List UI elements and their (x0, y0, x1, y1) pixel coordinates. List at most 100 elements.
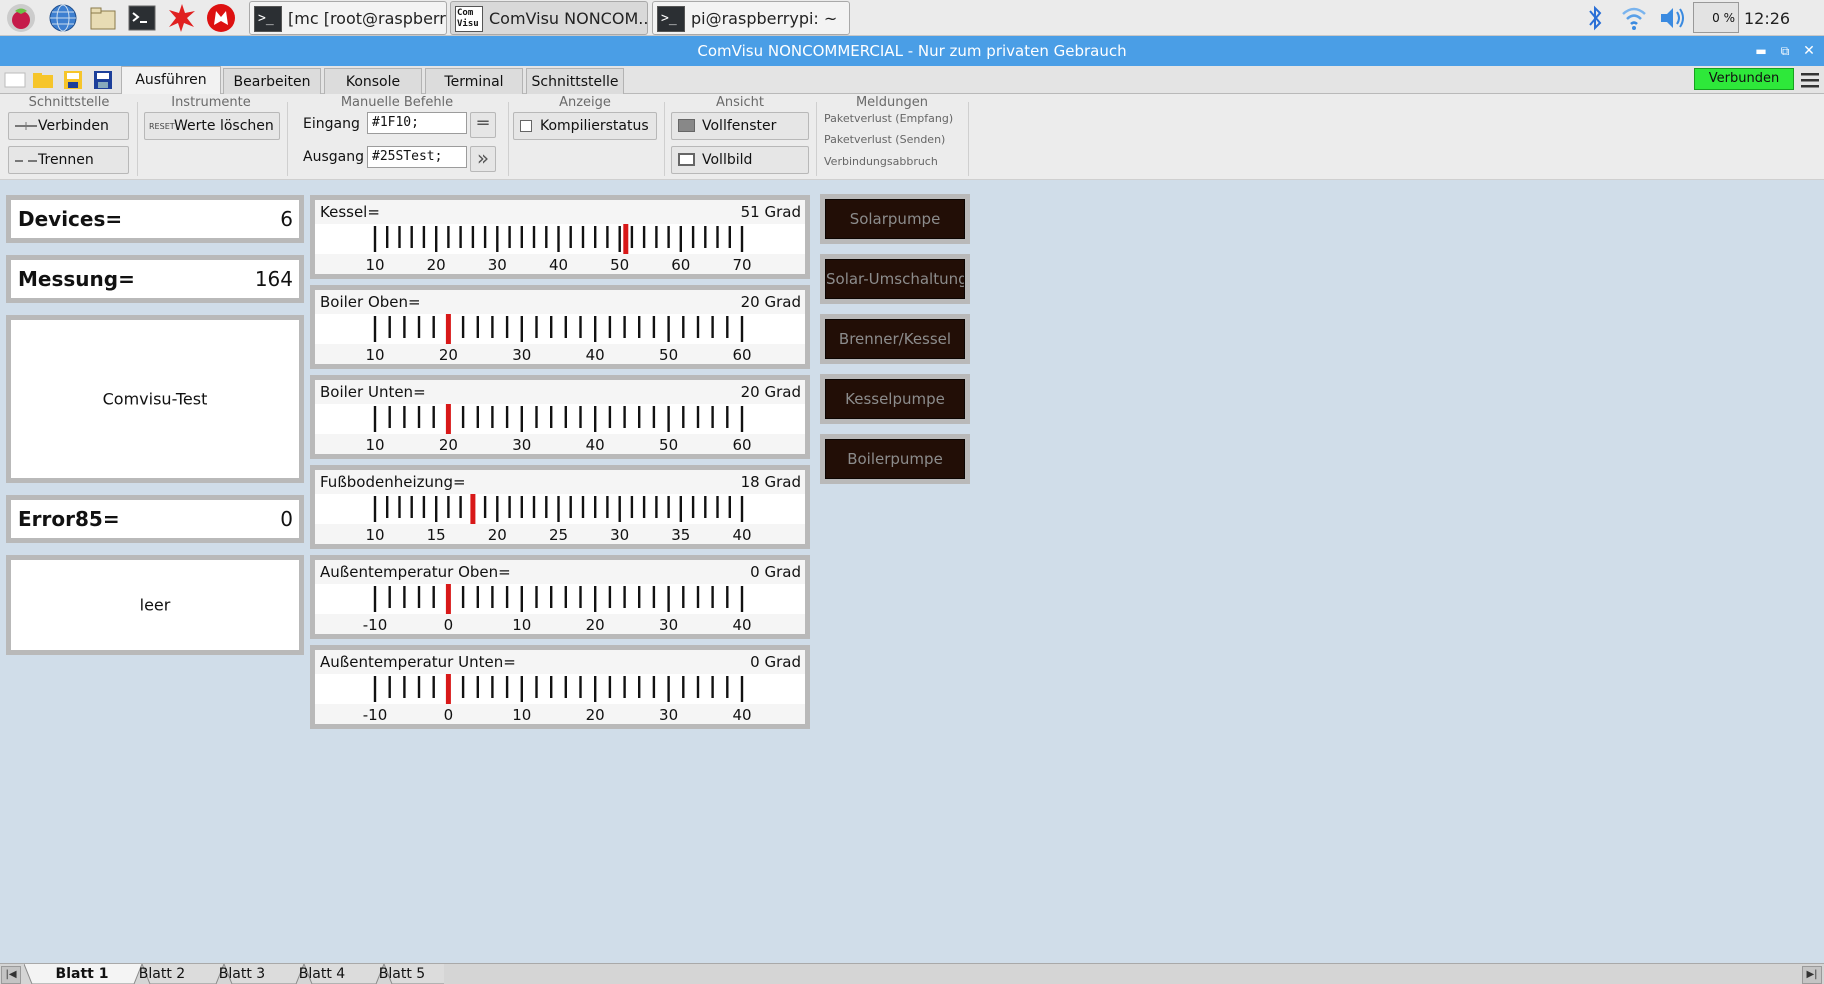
devices-display: Devices= 6 (6, 195, 304, 243)
gauge-minor-tick (638, 586, 641, 608)
gauge-major-tick (679, 496, 682, 522)
clock[interactable]: 12:26 (1744, 9, 1790, 28)
bluetooth-icon[interactable] (1583, 0, 1607, 36)
gauge-minor-tick (696, 586, 700, 608)
gauge-major-tick (667, 406, 670, 432)
gauge-minor-tick (505, 586, 509, 608)
solarpumpe-button[interactable]: Solarpumpe (820, 194, 970, 244)
last-sheet-icon[interactable]: ▶| (1802, 966, 1822, 984)
taskbar-app-mc[interactable]: >_ [mc [root@raspberry... (249, 1, 447, 35)
gauge-minor-tick (491, 316, 494, 338)
brenner-kessel-button[interactable]: Brenner/Kessel (820, 314, 970, 364)
disconnect-button[interactable]: Trennen (8, 146, 129, 174)
connect-button[interactable]: Verbinden (8, 112, 129, 140)
gauge-minor-tick (594, 226, 597, 248)
gauge-minor-tick (388, 406, 391, 428)
maximize-icon[interactable]: ⧉ (1774, 36, 1796, 66)
tab-ausfuehren[interactable]: Ausführen (121, 66, 221, 95)
wifi-icon[interactable] (1620, 0, 1648, 36)
gauge-major-tick (373, 406, 377, 432)
gauge-minor-tick (581, 496, 585, 518)
tab-schnittstelle[interactable]: Schnittstelle (526, 68, 624, 94)
messung-value: 164 (254, 267, 293, 291)
input-label: Eingang (303, 116, 360, 132)
gauge-minor-tick (476, 316, 479, 338)
math-kernel-icon[interactable] (167, 3, 197, 33)
fullscreen-button[interactable]: Vollbild (671, 146, 809, 174)
save-icon[interactable] (62, 70, 84, 90)
gauge-scale: 10 20 30 40 50 60 (365, 404, 752, 454)
boilerpumpe-button[interactable]: Boilerpumpe (820, 434, 970, 484)
gauge-tick-label: 20 (439, 346, 458, 364)
gauge-minor-tick (608, 406, 612, 428)
gauge-boiler-oben: Boiler Oben= 20 Grad 10 20 30 40 50 60 (310, 285, 810, 369)
ribbon-separator (287, 102, 288, 176)
message-packet-loss-receive: Paketverlust (Empfang) (824, 112, 954, 125)
gauge-minor-tick (535, 586, 538, 608)
command-output-field[interactable]: #25STest; (367, 146, 467, 168)
send-chevron-icon[interactable]: » (470, 146, 496, 172)
gauge-major-tick (373, 226, 377, 252)
first-sheet-icon[interactable]: |◀ (1, 966, 21, 984)
gauge-major-tick (520, 676, 523, 702)
gauge-major-tick (740, 676, 744, 702)
sheet-tab-blatt-4[interactable]: Blatt 4 (292, 964, 352, 984)
messung-display: Messung= 164 (6, 255, 304, 303)
gauge-minor-tick (564, 676, 567, 698)
open-folder-icon[interactable] (32, 70, 54, 90)
gauge-minor-tick (667, 496, 670, 518)
web-browser-icon[interactable] (48, 3, 78, 33)
sheet-tab-blatt-1[interactable]: Blatt 1 (36, 964, 128, 984)
gauge-minor-tick (579, 676, 582, 698)
sheet-tab-blatt-2[interactable]: Blatt 2 (132, 964, 192, 984)
menu-icon[interactable] (1800, 70, 1820, 90)
raspberry-menu-icon[interactable] (6, 3, 36, 33)
gauge-minor-tick (550, 676, 553, 698)
command-input-field[interactable]: #1F10; (367, 112, 467, 134)
solar-umschaltung-button[interactable]: Solar-Umschaltung (820, 254, 970, 304)
gauge-major-tick (373, 586, 377, 612)
sheet-tab-blatt-3[interactable]: Blatt 3 (212, 964, 272, 984)
message-connection-lost: Verbindungsabbruch (824, 155, 938, 168)
gauge-minor-tick (623, 676, 626, 698)
tab-bearbeiten[interactable]: Bearbeiten (223, 68, 321, 94)
gauge-tick-label: 10 (365, 436, 384, 454)
gauge-tick-label: 40 (549, 256, 568, 274)
tab-terminal[interactable]: Terminal (425, 68, 523, 94)
tab-konsole[interactable]: Konsole (324, 68, 422, 94)
kesselpumpe-button[interactable]: Kesselpumpe (820, 374, 970, 424)
gauge-minor-tick (505, 676, 509, 698)
new-file-icon[interactable] (4, 70, 26, 90)
terminal-icon[interactable] (127, 3, 157, 33)
taskbar-app-pi-terminal[interactable]: >_ pi@raspberrypi: ~ (652, 1, 850, 35)
gauge-minor-tick (491, 406, 494, 428)
equals-icon[interactable]: ═ (470, 112, 496, 138)
gauge-tick-label: 30 (610, 526, 629, 544)
gauge-major-tick (618, 226, 621, 252)
gauge-minor-tick (569, 226, 572, 248)
sheet-tab-blatt-5[interactable]: Blatt 5 (372, 964, 432, 984)
minimize-icon[interactable]: ▬ (1750, 36, 1772, 66)
close-icon[interactable]: ✕ (1798, 36, 1820, 66)
volume-icon[interactable] (1658, 0, 1688, 36)
terminal-icon: >_ (657, 6, 685, 32)
compile-status-checkbox[interactable]: Kompilierstatus (513, 112, 657, 140)
terminal-icon: >_ (254, 6, 282, 32)
ribbon-toolbar: Schnittstelle Verbinden Trennen Instrume… (0, 94, 1824, 180)
gauge-minor-tick (508, 496, 511, 518)
window-mode-button[interactable]: Vollfenster (671, 112, 809, 140)
wolfram-icon[interactable] (206, 3, 236, 33)
error85-label: Error85= (18, 507, 120, 531)
window-titlebar[interactable]: ComVisu NONCOMMERCIAL - Nur zum privaten… (0, 36, 1824, 66)
file-manager-icon[interactable] (88, 3, 118, 33)
gauge-minor-tick (505, 316, 509, 338)
gauge-minor-tick (608, 676, 612, 698)
gauge-minor-tick (726, 406, 729, 428)
gauge-tick-label: 40 (732, 706, 751, 724)
clear-values-button[interactable]: RESET Werte löschen (144, 112, 280, 140)
save-as-icon[interactable] (92, 70, 114, 90)
taskbar-app-comvisu[interactable]: Com Visu ComVisu NONCOM... (450, 1, 648, 35)
cpu-monitor[interactable]: 0 % (1693, 2, 1739, 33)
gauge-minor-tick (386, 496, 389, 518)
gauge-major-tick (740, 496, 744, 522)
